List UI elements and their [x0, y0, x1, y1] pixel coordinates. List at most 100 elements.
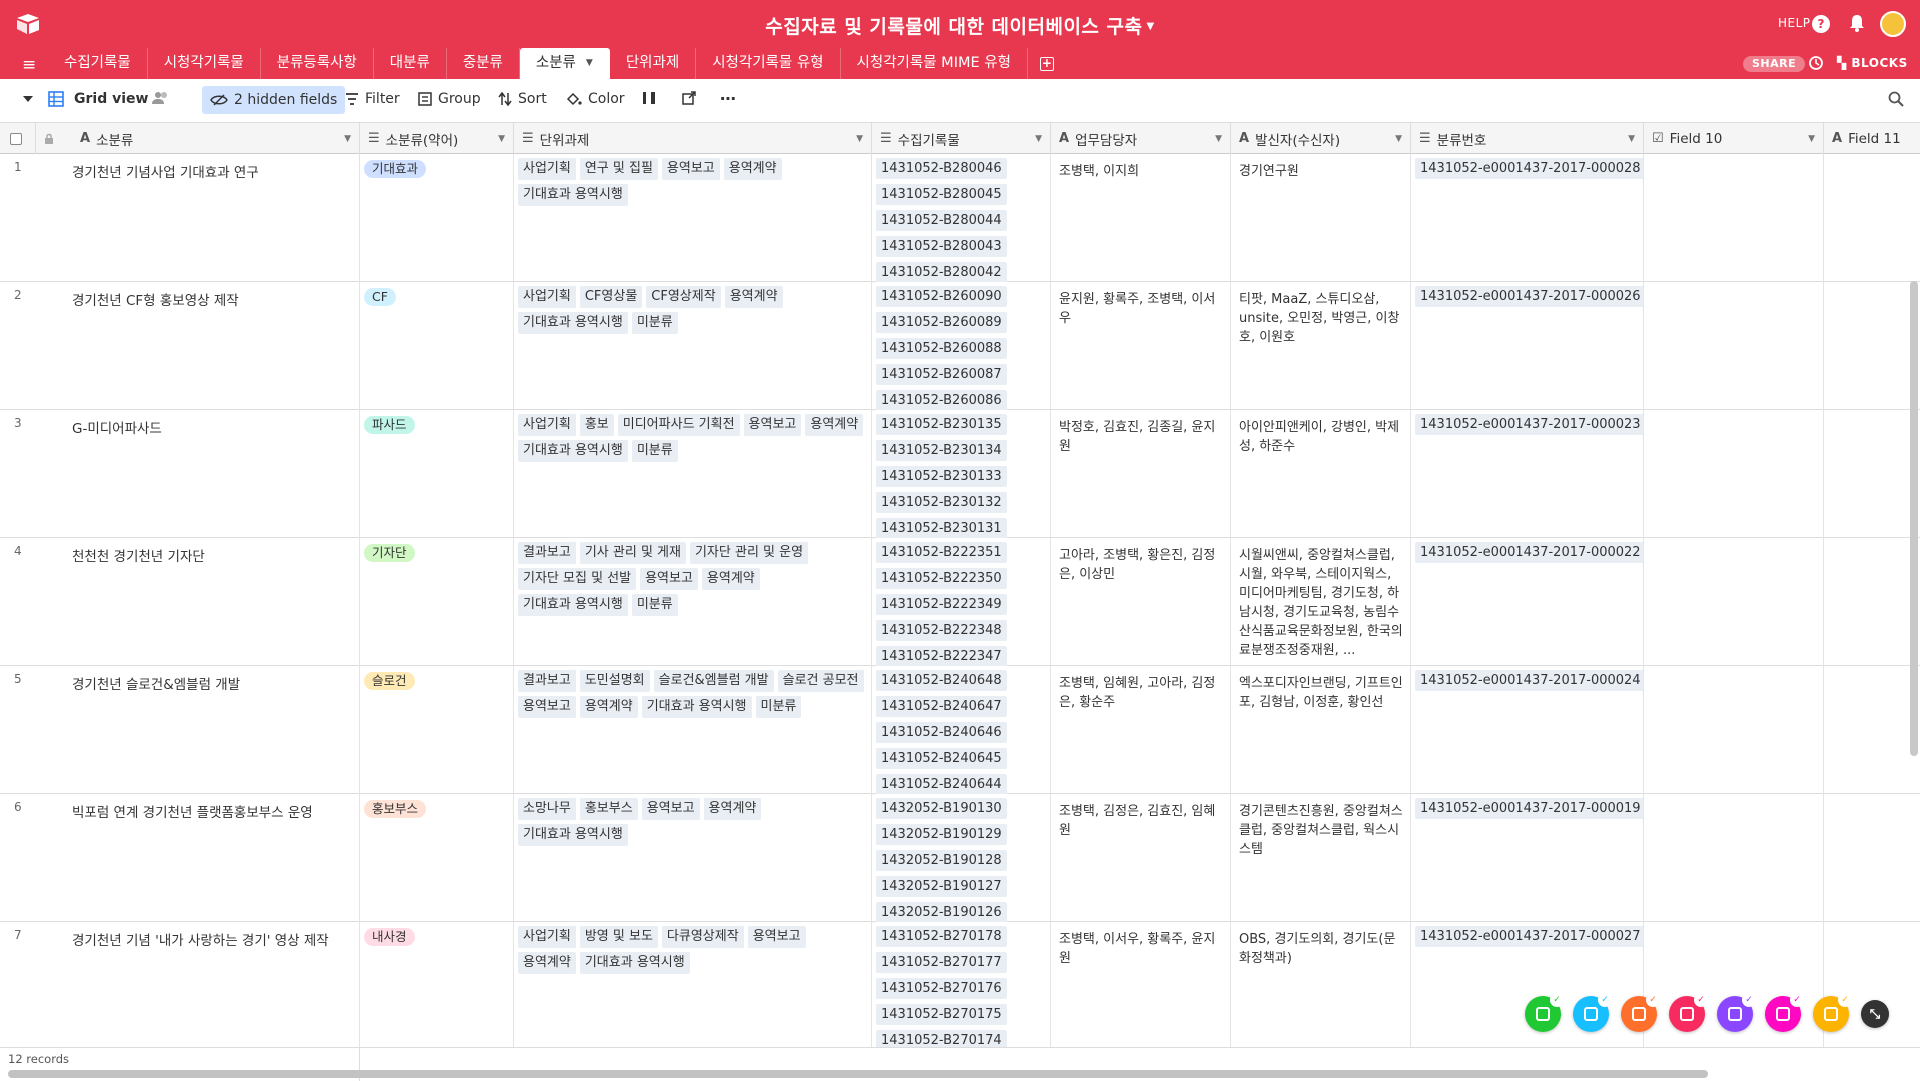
cell-abbr[interactable]: 슬로건 — [360, 666, 514, 794]
base-title[interactable]: 수집자료 및 기록물에 대한 데이터베이스 구축 ▼ — [0, 12, 1920, 39]
classification-number-chip[interactable]: 1431052-e0001437-2017-000022 — [1415, 542, 1643, 563]
unit-task-chip[interactable]: 방영 및 보도 — [579, 926, 658, 948]
cell-abbr[interactable]: 파사드 — [360, 410, 514, 538]
unit-task-chip[interactable]: 슬로건 공모전 — [777, 670, 864, 692]
unit-task-chip[interactable]: 연구 및 집필 — [579, 158, 658, 180]
collected-record-chip[interactable]: 1431052-B230132 — [876, 492, 1007, 513]
column-menu-icon[interactable]: ▼ — [1808, 134, 1815, 144]
collected-record-chip[interactable]: 1431052-B280046 — [876, 158, 1007, 179]
unit-task-chip[interactable]: 용역계약 — [723, 158, 782, 180]
collected-record-chip[interactable]: 1432052-B190129 — [876, 824, 1007, 845]
cell-classno[interactable]: 1431052-e0001437-2017-000019 — [1411, 794, 1644, 922]
cell-records[interactable]: 1431052-B270178 1431052-B270177 1431052-B2… — [872, 922, 1051, 1047]
cell-f11[interactable] — [1824, 154, 1920, 282]
dock-app-red-button[interactable]: ✓ — [1669, 993, 1708, 1032]
collected-record-chip[interactable]: 1432052-B190126 — [876, 902, 1007, 922]
more-options-icon[interactable]: ⋯ — [720, 89, 736, 108]
cell-num[interactable]: 3 — [0, 410, 72, 538]
tab-sub-category[interactable]: 소분류 ▼ — [519, 48, 610, 79]
collected-record-chip[interactable]: 1431052-B240647 — [876, 696, 1007, 717]
unit-task-chip[interactable]: 용역계약 — [579, 696, 638, 718]
cell-classno[interactable]: 1431052-e0001437-2017-000026 — [1411, 282, 1644, 410]
cell-tasks[interactable]: 소망나무 홍보부스 용역보고 용역계약 기대효과 용역시행 — [514, 794, 872, 922]
collected-record-chip[interactable]: 1431052-B260090 — [876, 286, 1007, 307]
unit-task-chip[interactable]: 기대효과 용역시행 — [518, 184, 628, 206]
column-header-field-10[interactable]: ☑ Field 10 ▼ — [1644, 123, 1824, 154]
table-row[interactable]: 3 G-미디어파사드 파사드 사업기획 홍보 미디어파사드 기획전 용역보고 용역계약 기대효과… — [0, 410, 1920, 538]
collected-record-chip[interactable]: 1431052-B280043 — [876, 236, 1007, 257]
unit-task-chip[interactable]: CF영상제작 — [646, 286, 721, 308]
cell-manager[interactable]: 고아라, 조병택, 황은진, 김정은, 이상민 — [1051, 538, 1231, 666]
column-header-classification-number[interactable]: ☰ 분류번호 ▼ — [1411, 123, 1644, 154]
cell-manager[interactable]: 조병택, 이지희 — [1051, 154, 1231, 282]
cell-classno[interactable]: 1431052-e0001437-2017-000022 — [1411, 538, 1644, 666]
unit-task-chip[interactable]: 용역보고 — [640, 568, 698, 590]
cell-sender[interactable]: 경기연구원 — [1231, 154, 1411, 282]
cell-num[interactable]: 5 — [0, 666, 72, 794]
unit-task-chip[interactable]: 미분류 — [631, 594, 678, 616]
cell-manager[interactable]: 박정호, 김효진, 김종길, 윤지원 — [1051, 410, 1231, 538]
classification-number-chip[interactable]: 1431052-e0001437-2017-000028 — [1415, 158, 1643, 179]
column-menu-icon[interactable]: ▼ — [1395, 134, 1402, 144]
blocks-button[interactable]: ▚ BLOCKS — [1837, 56, 1908, 70]
cell-sender[interactable]: OBS, 경기도의회, 경기도(문화정책과) — [1231, 922, 1411, 1047]
collected-record-chip[interactable]: 1431052-B260086 — [876, 390, 1007, 410]
column-header-unit-task[interactable]: ☰ 단위과제 ▼ — [514, 123, 872, 154]
cell-f10[interactable] — [1644, 538, 1824, 666]
unit-task-chip[interactable]: 소망나무 — [518, 798, 576, 820]
cell-tasks[interactable]: 사업기획 홍보 미디어파사드 기획전 용역보고 용역계약 기대효과 용역시행 미분류 — [514, 410, 872, 538]
color-button[interactable]: Color — [566, 91, 625, 107]
notification-bell-icon[interactable] — [1848, 13, 1866, 33]
cell-f10[interactable] — [1644, 282, 1824, 410]
unit-task-chip[interactable]: 용역보고 — [743, 414, 802, 436]
hamburger-menu-icon[interactable]: ≡ — [22, 55, 36, 75]
cell-tasks[interactable]: 결과보고 기사 관리 및 게재 기자단 관리 및 운영 기자단 모집 및 선발 용역보고… — [514, 538, 872, 666]
collected-record-chip[interactable]: 1431052-B222348 — [876, 620, 1007, 641]
unit-task-chip[interactable]: 용역계약 — [701, 568, 760, 590]
unit-task-chip[interactable]: 용역계약 — [724, 286, 783, 308]
cell-classno[interactable]: 1431052-e0001437-2017-000023 — [1411, 410, 1644, 538]
cell-f10[interactable] — [1644, 410, 1824, 538]
column-header-sender[interactable]: A 발신자(수신자) ▼ — [1231, 123, 1411, 154]
select-all-checkbox[interactable] — [0, 123, 36, 154]
collected-record-chip[interactable]: 1431052-B270178 — [876, 926, 1007, 947]
horizontal-scrollbar[interactable] — [8, 1070, 1708, 1078]
cell-records[interactable]: 1431052-B240648 1431052-B240647 1431052-B2… — [872, 666, 1051, 794]
unit-task-chip[interactable]: 미디어파사드 기획전 — [617, 414, 740, 436]
tab-dropdown-icon[interactable]: ▼ — [586, 58, 593, 68]
collaborators-icon[interactable] — [152, 91, 170, 105]
table-row[interactable]: 1 경기천년 기념사업 기대효과 연구 기대효과 사업기획 연구 및 집필 용역보고 용역계… — [0, 154, 1920, 282]
collected-record-chip[interactable]: 1431052-B222350 — [876, 568, 1007, 589]
collected-record-chip[interactable]: 1431052-B222347 — [876, 646, 1007, 666]
help-icon[interactable]: ? — [1812, 15, 1830, 33]
tab-audiovisual-records[interactable]: 시청각기록물 — [148, 48, 261, 79]
column-menu-icon[interactable]: ▼ — [1035, 134, 1042, 144]
collapse-dock-button[interactable]: ⤡ — [1861, 1000, 1889, 1028]
unit-task-chip[interactable]: 홍보부스 — [579, 798, 638, 820]
cell-records[interactable]: 1431052-B260090 1431052-B260089 1431052-B2… — [872, 282, 1051, 410]
cell-sender[interactable]: 경기콘텐츠진흥원, 중앙컬쳐스클럽, 중앙컬쳐스클럽, 웍스시스템 — [1231, 794, 1411, 922]
collected-record-chip[interactable]: 1431052-B260087 — [876, 364, 1007, 385]
collected-record-chip[interactable]: 1431052-B240646 — [876, 722, 1007, 743]
cell-name[interactable]: G-미디어파사드 — [72, 410, 360, 538]
cell-sender[interactable]: 아이안피앤케이, 강병인, 박제성, 하준수 — [1231, 410, 1411, 538]
cell-tasks[interactable]: 사업기획 CF영상물 CF영상제작 용역계약 기대효과 용역시행 미분류 — [514, 282, 872, 410]
cell-f10[interactable] — [1644, 666, 1824, 794]
unit-task-chip[interactable]: 기사 관리 및 게재 — [579, 542, 686, 564]
cell-abbr[interactable]: 기자단 — [360, 538, 514, 666]
unit-task-chip[interactable]: 사업기획 — [518, 414, 576, 436]
cell-name[interactable]: 빅포럼 연계 경기천년 플랫폼홍보부스 운영 — [72, 794, 360, 922]
column-menu-icon[interactable]: ▼ — [1215, 134, 1222, 144]
cell-manager[interactable]: 조병택, 임혜원, 고아라, 김정은, 황순주 — [1051, 666, 1231, 794]
unit-task-chip[interactable]: 미분류 — [755, 696, 802, 718]
collected-record-chip[interactable]: 1431052-B260089 — [876, 312, 1007, 333]
cell-manager[interactable]: 조병택, 이서우, 황록주, 윤지원 — [1051, 922, 1231, 1047]
cell-f10[interactable] — [1644, 794, 1824, 922]
cell-manager[interactable]: 윤지원, 황록주, 조병택, 이서우 — [1051, 282, 1231, 410]
unit-task-chip[interactable]: 결과보고 — [518, 670, 576, 692]
cell-abbr[interactable]: 홍보부스 — [360, 794, 514, 922]
cell-records[interactable]: 1431052-B280046 1431052-B280045 1431052-B2… — [872, 154, 1051, 282]
cell-name[interactable]: 경기천년 기념 '내가 사랑하는 경기' 영상 제작 — [72, 922, 360, 1047]
unit-task-chip[interactable]: CF영상물 — [579, 286, 643, 308]
user-avatar[interactable] — [1880, 11, 1906, 37]
